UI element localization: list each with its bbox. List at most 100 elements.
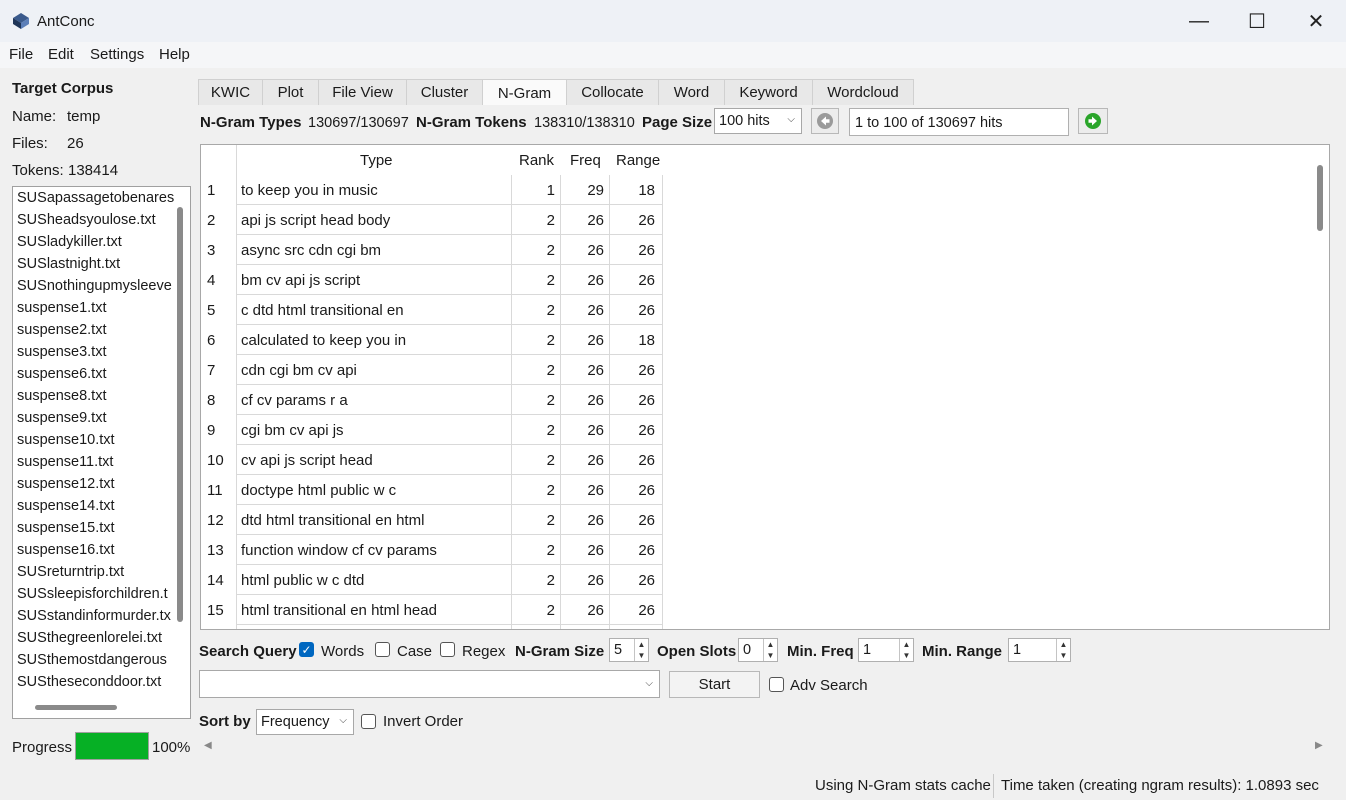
column-header-freq[interactable]: Freq [570,145,601,175]
file-list-item[interactable]: suspense14.txt [17,498,115,514]
row-number: 1 [207,182,216,199]
file-list-item[interactable]: SUSapassagetobenares [17,190,174,206]
table-row[interactable]: 12 dtd html transitional en html 2 26 26 [201,505,663,535]
table-row[interactable]: 1 to keep you in music 1 29 18 [201,175,663,205]
words-label: Words [321,643,365,660]
stepper-arrows-icon[interactable]: ▲ ▼ [1056,639,1070,661]
table-row[interactable]: 5 c dtd html transitional en 2 26 26 [201,295,663,325]
minimize-button[interactable]: — [1170,0,1228,42]
menu-edit[interactable]: Edit [48,46,74,63]
title-bar: AntConc — ☐ ✕ [0,0,1346,42]
file-list-item[interactable]: SUStheseconddoor.txt [17,674,161,690]
cell-range: 26 [638,602,655,619]
results-scrollbar[interactable] [1317,165,1323,231]
maximize-button[interactable]: ☐ [1228,0,1286,42]
file-list-item[interactable]: SUSthegreenlorelei.txt [17,630,162,646]
results-hscrollbar[interactable]: ◀ ▶ [198,737,1332,755]
sort-by-select[interactable]: Frequency ⌵ [256,709,354,735]
file-list-item[interactable]: SUSsleepisforchildren.t [17,586,168,602]
file-list-item[interactable]: suspense10.txt [17,432,115,448]
table-row[interactable]: 3 async src cdn cgi bm 2 26 26 [201,235,663,265]
close-button[interactable]: ✕ [1287,0,1345,42]
ngram-types-value: 130697/130697 [308,115,409,131]
corpus-file-list[interactable]: SUSapassagetobenares SUSheadsyoulose.txt S… [12,186,191,719]
cell-rank: 2 [546,542,555,559]
ngram-size-stepper[interactable]: 5 ▲ ▼ [609,638,649,662]
cell-rank: 2 [546,362,555,379]
menu-help[interactable]: Help [159,46,190,63]
table-row[interactable]: 13 function window cf cv params 2 26 26 [201,535,663,565]
next-page-button[interactable] [1078,108,1108,134]
table-row[interactable]: 6 calculated to keep you in 2 26 18 [201,325,663,355]
table-row[interactable]: 11 doctype html public w c 2 26 26 [201,475,663,505]
tab-keyword[interactable]: Keyword [724,79,813,106]
search-query-input[interactable]: ⌵ [199,670,660,698]
start-button[interactable]: Start [669,671,760,698]
file-list-item[interactable]: suspense3.txt [17,344,106,360]
invert-order-checkbox[interactable] [361,714,376,729]
file-list-item[interactable]: suspense1.txt [17,300,106,316]
file-list-item[interactable]: SUSstandinformurder.tx [17,608,171,624]
case-checkbox[interactable] [375,642,390,657]
file-list-hscrollbar[interactable] [35,705,117,710]
stepper-arrows-icon[interactable]: ▲ ▼ [899,639,913,661]
table-row[interactable]: 10 cv api js script head 2 26 26 [201,445,663,475]
regex-checkbox[interactable] [440,642,455,657]
file-list-item[interactable]: SUSreturntrip.txt [17,564,124,580]
chevron-down-icon[interactable]: ⌵ [645,678,653,689]
scroll-right-icon[interactable]: ▶ [1315,740,1323,751]
column-header-rank[interactable]: Rank [519,145,554,175]
tab-file-view[interactable]: File View [318,79,407,106]
min-freq-stepper[interactable]: 1 ▲ ▼ [858,638,914,662]
tab-wordcloud[interactable]: Wordcloud [812,79,914,106]
file-list-item[interactable]: SUSthemostdangerous [17,652,167,668]
table-row[interactable]: 15 html transitional en html head 2 26 26 [201,595,663,625]
table-row[interactable]: 4 bm cv api js script 2 26 26 [201,265,663,295]
file-list-scrollbar[interactable] [177,207,183,622]
file-list-item[interactable]: suspense15.txt [17,520,115,536]
stepper-arrows-icon[interactable]: ▲ ▼ [763,639,777,661]
file-list-item[interactable]: SUSladykiller.txt [17,234,122,250]
checkmark-icon: ✓ [301,642,312,657]
adv-search-checkbox[interactable] [769,677,784,692]
ngram-results-table[interactable]: Type Rank Freq Range 1 to keep you in mus… [200,144,1330,630]
file-list-item[interactable]: suspense12.txt [17,476,115,492]
file-list-item[interactable]: SUSnothingupmysleeve [17,278,172,294]
column-header-range[interactable]: Range [616,145,660,175]
stepper-arrows-icon[interactable]: ▲ ▼ [634,639,648,661]
stats-row: N-Gram Types 130697/130697 N-Gram Tokens… [198,105,1332,139]
file-list-item[interactable]: suspense16.txt [17,542,115,558]
file-list-item[interactable]: suspense8.txt [17,388,106,404]
scroll-left-icon[interactable]: ◀ [204,740,212,751]
cell-type: html transitional en html head [241,602,437,619]
min-range-stepper[interactable]: 1 ▲ ▼ [1008,638,1071,662]
file-list-item[interactable]: SUSheadsyoulose.txt [17,212,156,228]
table-row[interactable]: 7 cdn cgi bm cv api 2 26 26 [201,355,663,385]
file-list-item[interactable]: suspense11.txt [17,454,113,470]
file-list-item[interactable]: suspense9.txt [17,410,106,426]
hits-range-field[interactable]: 1 to 100 of 130697 hits [849,108,1069,136]
tab-collocate[interactable]: Collocate [566,79,659,106]
tab-word[interactable]: Word [658,79,725,106]
file-list-item[interactable]: SUSlastnight.txt [17,256,120,272]
tab-label: Wordcloud [827,84,899,101]
tab-plot[interactable]: Plot [262,79,319,106]
tab-label: Word [673,84,710,101]
tab-kwic[interactable]: KWIC [198,79,263,106]
menu-file[interactable]: File [9,46,33,63]
menu-settings[interactable]: Settings [90,46,144,63]
open-slots-stepper[interactable]: 0 ▲ ▼ [738,638,778,662]
cell-type: bm cv api js script [241,272,361,289]
table-row[interactable]: 8 cf cv params r a 2 26 26 [201,385,663,415]
tab-cluster[interactable]: Cluster [406,79,483,106]
words-checkbox[interactable]: ✓ [299,642,314,657]
table-row[interactable]: 14 html public w c dtd 2 26 26 [201,565,663,595]
previous-page-button[interactable] [811,108,839,134]
tab-n-gram[interactable]: N-Gram [482,79,567,107]
table-row[interactable]: 9 cgi bm cv api js 2 26 26 [201,415,663,445]
file-list-item[interactable]: suspense6.txt [17,366,106,382]
page-size-select[interactable]: 100 hits ⌵ [714,108,802,134]
file-list-item[interactable]: suspense2.txt [17,322,106,338]
column-header-type[interactable]: Type [360,145,393,175]
table-row[interactable]: 2 api js script head body 2 26 26 [201,205,663,235]
